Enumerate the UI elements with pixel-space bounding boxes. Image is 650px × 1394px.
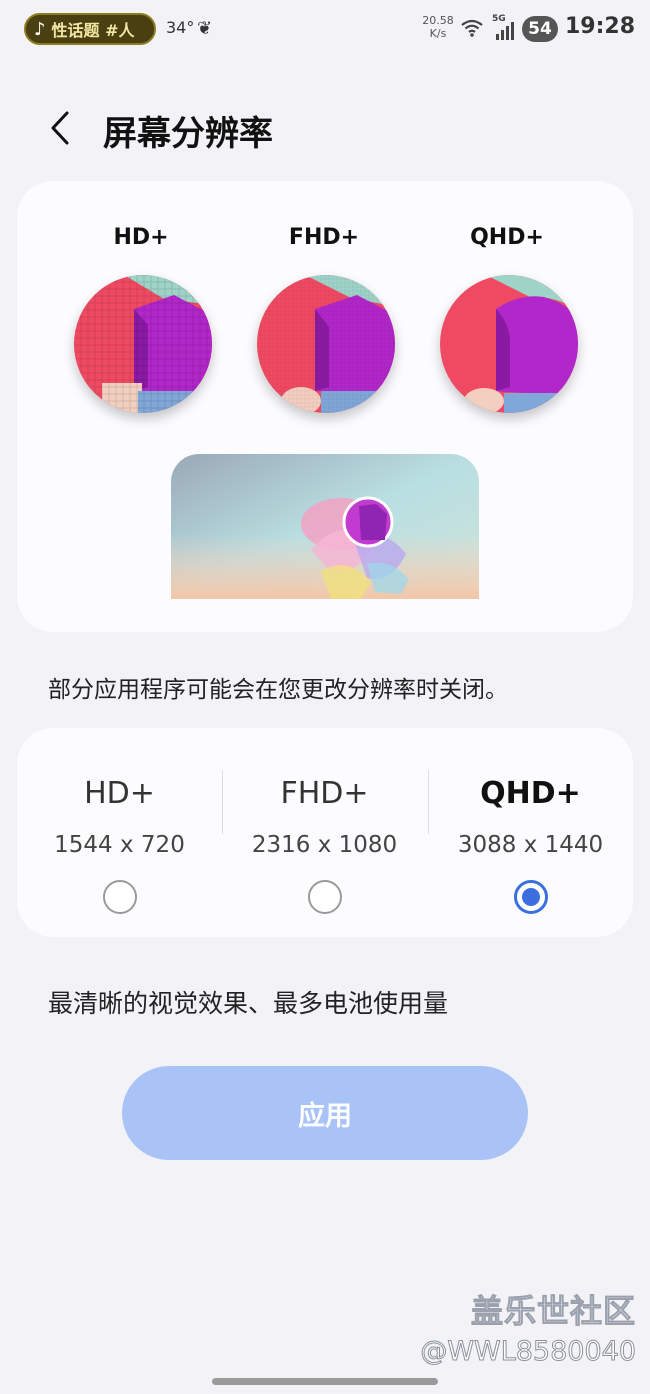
battery-indicator: 54 bbox=[522, 16, 558, 42]
preview-label-fhd: FHD+ bbox=[288, 225, 360, 250]
home-indicator[interactable] bbox=[212, 1378, 438, 1385]
option-resolution: 3088 x 1440 bbox=[457, 832, 604, 858]
resolution-preview-card: HD+ FHD+ QHD+ bbox=[17, 181, 633, 632]
preview-lens-hd bbox=[74, 275, 212, 413]
option-hd[interactable]: HD+ 1544 x 720 bbox=[17, 728, 222, 937]
tiktok-notification-pill[interactable]: ♪ 性话题 #人 bbox=[24, 13, 156, 45]
clock: 19:28 bbox=[565, 14, 636, 39]
option-name: FHD+ bbox=[280, 776, 369, 811]
preview-label-hd: HD+ bbox=[113, 225, 169, 250]
network-speed-unit: K/s bbox=[429, 27, 447, 40]
option-resolution: 2316 x 1080 bbox=[251, 832, 398, 858]
network-type: 5G bbox=[492, 14, 506, 24]
cellular-signal-icon: 5G bbox=[490, 14, 514, 40]
watermark-user: @WWL8580040 bbox=[420, 1336, 637, 1368]
back-button[interactable] bbox=[40, 106, 80, 150]
apply-button[interactable]: 应用 bbox=[122, 1066, 528, 1160]
preview-label-qhd: QHD+ bbox=[470, 225, 544, 250]
preview-lens-qhd bbox=[440, 275, 578, 413]
radio-qhd[interactable] bbox=[513, 880, 548, 914]
option-fhd[interactable]: FHD+ 2316 x 1080 bbox=[222, 728, 427, 937]
wifi-icon bbox=[460, 18, 484, 43]
chevron-left-icon bbox=[51, 111, 69, 145]
radio-fhd[interactable] bbox=[307, 880, 342, 914]
resolution-options-card: HD+ 1544 x 720 FHD+ 2316 x 1080 QHD+ 308… bbox=[17, 728, 633, 937]
screen: ♪ 性话题 #人 34° ❦ 20.58 K/s 5G 54 19:28 屏幕分… bbox=[0, 0, 650, 1394]
network-speed: 20.58 K/s bbox=[420, 14, 456, 40]
radio-hd[interactable] bbox=[102, 880, 137, 914]
preview-lens-fhd bbox=[257, 275, 395, 413]
page-title: 屏幕分辨率 bbox=[103, 114, 273, 154]
notification-text: 性话题 #人 bbox=[51, 21, 135, 40]
app-notification-icon: ❦ bbox=[197, 18, 213, 39]
tiktok-icon: ♪ bbox=[34, 18, 46, 40]
network-speed-value: 20.58 bbox=[422, 14, 454, 27]
resolution-notice: 部分应用程序可能会在您更改分辨率时关闭。 bbox=[48, 677, 508, 703]
status-bar: ♪ 性话题 #人 34° ❦ 20.58 K/s 5G 54 19:28 bbox=[0, 0, 650, 58]
option-name: HD+ bbox=[84, 776, 155, 811]
watermark-site: 盖乐世社区 bbox=[470, 1292, 636, 1331]
option-qhd[interactable]: QHD+ 3088 x 1440 bbox=[428, 728, 633, 937]
option-resolution: 1544 x 720 bbox=[54, 832, 185, 858]
option-name: QHD+ bbox=[480, 776, 581, 811]
option-description: 最清晰的视觉效果、最多电池使用量 bbox=[48, 989, 449, 1018]
temperature: 34° bbox=[166, 18, 195, 37]
preview-image bbox=[171, 454, 479, 599]
